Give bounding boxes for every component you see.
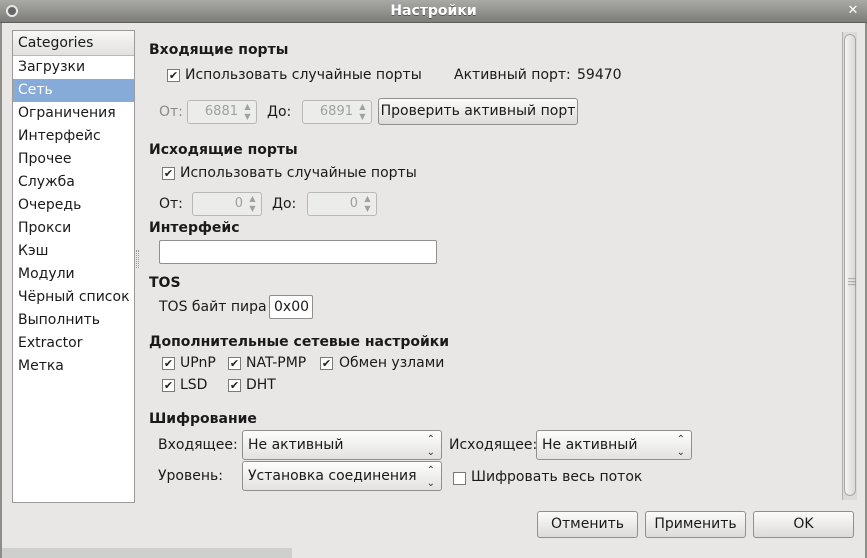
scrollbar-thumb[interactable]: ― ― ― — [844, 34, 856, 496]
close-icon[interactable]: ✕ — [845, 3, 861, 19]
apply-button[interactable]: Применить — [645, 511, 746, 538]
encrypt-full-stream-checkbox[interactable] — [453, 472, 466, 485]
active-port-value: 59470 — [577, 67, 622, 83]
incoming-random-ports-checkbox[interactable]: ✔ — [167, 69, 180, 82]
incoming-to-value: 6891 — [319, 104, 353, 119]
encryption-title: Шифрование — [149, 411, 257, 427]
category-item[interactable]: Модули — [13, 263, 134, 286]
category-item[interactable]: Метка — [13, 355, 134, 378]
incoming-ports-title: Входящие порты — [149, 42, 289, 58]
incoming-random-ports-label: Использовать случайные порты — [185, 67, 422, 83]
spin-arrows-icon[interactable]: ▲ ▼ — [241, 102, 254, 122]
encryption-level-select[interactable]: Установка соединения ⌃ ⌄ — [242, 461, 442, 491]
interface-title: Интерфейс — [149, 220, 240, 236]
encrypt-full-stream-label: Шифровать весь поток — [471, 469, 643, 485]
spin-arrows-icon[interactable]: ▲ ▼ — [246, 194, 259, 214]
categories-list: Categories Загрузки Сеть Ограничения Интерф… — [12, 30, 135, 503]
chevron-updown-icon: ⌃ ⌄ — [676, 434, 685, 458]
chevron-updown-icon: ⌃ ⌄ — [426, 465, 435, 489]
category-item[interactable]: Прочее — [13, 148, 134, 171]
taskbar-strip — [2, 548, 292, 558]
category-item[interactable]: Выполнить — [13, 309, 134, 332]
categories-header[interactable]: Categories — [13, 31, 134, 56]
pex-checkbox[interactable]: ✔ — [320, 357, 333, 370]
encryption-incoming-label: Входящее: — [158, 437, 238, 453]
spin-arrows-icon[interactable]: ▲ ▼ — [356, 102, 369, 122]
tos-peer-byte-label: TOS байт пира — [159, 299, 267, 315]
active-port-label: Активный порт: — [454, 67, 571, 83]
incoming-from-label: От: — [159, 104, 183, 120]
category-item[interactable]: Прокси — [13, 217, 134, 240]
window-title: Настройки — [390, 3, 477, 19]
category-item[interactable]: Загрузки — [13, 56, 134, 79]
chevron-updown-icon: ⌃ ⌄ — [426, 434, 435, 458]
outgoing-to-label: До: — [272, 196, 297, 212]
pex-label: Обмен узлами — [339, 355, 445, 371]
content-scrollbar[interactable]: ― ― ― — [842, 32, 857, 500]
incoming-from-spinbox[interactable]: 6881 ▲ ▼ — [187, 100, 257, 124]
splitter-handle[interactable] — [136, 250, 139, 268]
upnp-checkbox[interactable]: ✔ — [162, 357, 175, 370]
spin-arrows-icon[interactable]: ▲ ▼ — [361, 194, 374, 214]
cancel-button[interactable]: Отменить — [537, 511, 638, 538]
advanced-network-title: Дополнительные сетевые настройки — [149, 334, 450, 350]
encryption-outgoing-select[interactable]: Не активный ⌃ ⌄ — [536, 430, 692, 460]
category-item[interactable]: Служба — [13, 171, 134, 194]
encryption-level-value: Установка соединения — [248, 468, 417, 484]
incoming-to-label: До: — [267, 104, 292, 120]
natpmp-label: NAT-PMP — [246, 355, 307, 371]
window-border-left — [0, 23, 2, 558]
check-active-port-button[interactable]: Проверить активный порт — [378, 98, 578, 125]
encryption-level-label: Уровень: — [158, 468, 223, 484]
outgoing-to-value: 0 — [349, 196, 358, 211]
outgoing-random-ports-checkbox[interactable]: ✔ — [162, 167, 175, 180]
title-bar: Настройки ✕ — [0, 0, 867, 23]
encryption-outgoing-label: Исходящее: — [449, 437, 538, 453]
category-item[interactable]: Очередь — [13, 194, 134, 217]
natpmp-checkbox[interactable]: ✔ — [228, 357, 241, 370]
network-settings-panel: Входящие порты ✔ Использовать случайные … — [142, 32, 842, 500]
category-item[interactable]: Чёрный список — [13, 286, 134, 309]
encryption-outgoing-value: Не активный — [542, 437, 638, 453]
category-item[interactable]: Ограничения — [13, 102, 134, 125]
outgoing-ports-title: Исходящие порты — [149, 142, 298, 158]
dht-label: DHT — [246, 377, 276, 393]
category-item[interactable]: Интерфейс — [13, 125, 134, 148]
lsd-checkbox[interactable]: ✔ — [162, 379, 175, 392]
lsd-label: LSD — [180, 377, 208, 393]
upnp-label: UPnP — [180, 355, 216, 371]
category-item[interactable]: Кэш — [13, 240, 134, 263]
tos-peer-byte-input[interactable]: 0x00 — [269, 295, 313, 319]
incoming-to-spinbox[interactable]: 6891 ▲ ▼ — [302, 100, 372, 124]
dht-checkbox[interactable]: ✔ — [228, 379, 241, 392]
outgoing-from-value: 0 — [234, 196, 243, 211]
outgoing-from-label: От: — [159, 196, 183, 212]
outgoing-from-spinbox[interactable]: 0 ▲ ▼ — [192, 192, 262, 216]
encryption-incoming-select[interactable]: Не активный ⌃ ⌄ — [242, 430, 442, 460]
category-item[interactable]: Extractor — [13, 332, 134, 355]
tos-title: TOS — [149, 275, 181, 291]
outgoing-to-spinbox[interactable]: 0 ▲ ▼ — [307, 192, 377, 216]
interface-input[interactable] — [159, 240, 437, 264]
ok-button[interactable]: OK — [753, 511, 854, 538]
grip-icon: ― ― ― — [848, 274, 856, 289]
encryption-incoming-value: Не активный — [248, 437, 344, 453]
outgoing-random-ports-label: Использовать случайные порты — [180, 165, 417, 181]
category-item[interactable]: Сеть — [13, 79, 134, 102]
incoming-from-value: 6881 — [204, 104, 238, 119]
